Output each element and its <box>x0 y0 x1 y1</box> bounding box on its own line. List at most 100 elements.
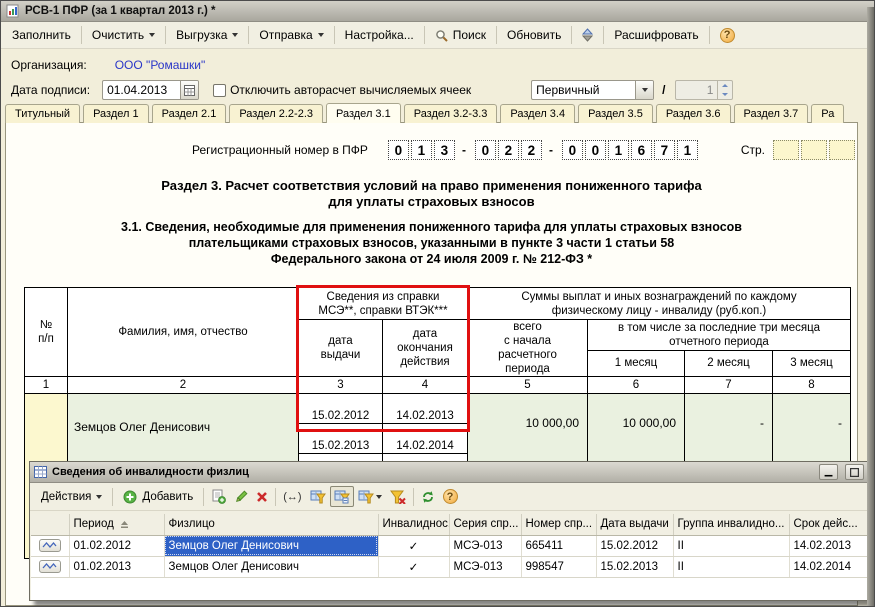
filter-history-button[interactable] <box>354 486 386 507</box>
disability-check-cell[interactable]: ✓ <box>378 556 449 577</box>
grid-header-disability[interactable]: Инвалиднос... <box>378 514 449 535</box>
search-button[interactable]: Поиск <box>428 25 493 45</box>
issued-cell[interactable]: 15.02.2013 <box>596 556 673 577</box>
expiry-date[interactable]: 14.02.2014 <box>383 438 467 454</box>
grid-header-group[interactable]: Группа инвалидно... <box>673 514 789 535</box>
reg-digit-cell[interactable]: 2 <box>521 140 542 160</box>
page-cell[interactable] <box>801 140 827 160</box>
clear-button[interactable]: Очистить <box>85 25 162 45</box>
grid-header-row: Период Физлицо Инвалиднос... Серия спр..… <box>31 514 867 535</box>
grid-header-issued[interactable]: Дата выдачи <box>596 514 673 535</box>
tab-clipped[interactable]: Ра <box>811 104 844 123</box>
record-icon-cell[interactable] <box>31 535 69 556</box>
series-cell[interactable]: МСЭ-013 <box>449 556 521 577</box>
decode-button[interactable]: Расшифровать <box>607 25 705 45</box>
delete-button[interactable] <box>252 488 272 506</box>
grid-header-period[interactable]: Период <box>69 514 164 535</box>
copy-button[interactable] <box>207 486 230 507</box>
correction-kind-select[interactable]: Первичный <box>531 80 654 100</box>
period-cell[interactable]: 01.02.2012 <box>69 535 164 556</box>
group-cell[interactable]: II <box>673 535 789 556</box>
reg-digit-cell[interactable]: 0 <box>475 140 496 160</box>
organization-link[interactable]: ООО "Ромашки" <box>115 58 206 72</box>
tab-razdel-3-6[interactable]: Раздел 3.6 <box>656 104 731 123</box>
issue-date[interactable]: 15.02.2013 <box>299 438 382 454</box>
unload-button[interactable]: Выгрузка <box>169 25 245 45</box>
column-width-button[interactable]: (↔) <box>279 488 305 506</box>
page-cell[interactable] <box>829 140 855 160</box>
clear-filter-button[interactable] <box>386 486 410 507</box>
expand-collapse-button[interactable] <box>575 25 600 45</box>
issued-cell[interactable]: 15.02.2012 <box>596 535 673 556</box>
tab-razdel-3-1[interactable]: Раздел 3.1 <box>326 103 401 123</box>
calendar-icon <box>184 85 195 96</box>
reg-digit-cell[interactable]: 0 <box>585 140 606 160</box>
toolbar-separator <box>81 26 82 44</box>
add-button[interactable]: Добавить <box>116 487 200 507</box>
grid-row[interactable]: 01.02.2012 Земцов Олег Денисович ✓ МСЭ-0… <box>31 535 867 556</box>
tab-razdel-2-1[interactable]: Раздел 2.1 <box>152 104 227 123</box>
grid-row[interactable]: 01.02.2013 Земцов Олег Денисович ✓ МСЭ-0… <box>31 556 867 577</box>
reg-digit-cell[interactable]: 6 <box>631 140 652 160</box>
reg-digit-cell[interactable]: 1 <box>677 140 698 160</box>
settings-button[interactable]: Настройка... <box>338 25 421 45</box>
tab-razdel-3-2-3-3[interactable]: Раздел 3.2-3.3 <box>404 104 498 123</box>
valid-cell[interactable]: 14.02.2013 <box>789 535 867 556</box>
filter-menu-icon <box>358 489 374 504</box>
edit-button[interactable] <box>230 487 252 507</box>
record-icon-cell[interactable] <box>31 556 69 577</box>
autocalc-checkbox[interactable] <box>213 84 226 97</box>
number-cell[interactable]: 998547 <box>521 556 596 577</box>
minimize-button[interactable]: ▁ <box>819 464 838 480</box>
reg-digit-cell[interactable]: 0 <box>388 140 409 160</box>
actions-button[interactable]: Действия <box>34 488 109 506</box>
fill-button[interactable]: Заполнить <box>5 25 78 45</box>
tab-titulnyi[interactable]: Титульный <box>5 104 80 123</box>
reg-digit-cell[interactable]: 3 <box>434 140 455 160</box>
tab-razdel-3-4[interactable]: Раздел 3.4 <box>500 104 575 123</box>
copy-icon <box>211 489 226 504</box>
series-cell[interactable]: МСЭ-013 <box>449 535 521 556</box>
tab-razdel-1[interactable]: Раздел 1 <box>83 104 149 123</box>
set-filter-button[interactable] <box>306 486 330 507</box>
subwindow-help-button[interactable]: ? <box>439 486 462 507</box>
filter-by-value-button[interactable] <box>330 486 354 507</box>
person-cell[interactable]: Земцов Олег Денисович <box>164 556 378 577</box>
refresh-list-button[interactable] <box>417 487 439 507</box>
reg-digit-cell[interactable]: 2 <box>498 140 519 160</box>
reg-digit-cell[interactable]: 1 <box>608 140 629 160</box>
valid-cell[interactable]: 14.02.2014 <box>789 556 867 577</box>
expiry-date[interactable]: 14.02.2013 <box>383 408 467 424</box>
page-label: Стр. <box>741 143 765 157</box>
refresh-button[interactable]: Обновить <box>500 25 568 45</box>
maximize-button[interactable] <box>845 464 864 480</box>
disability-check-cell[interactable]: ✓ <box>378 535 449 556</box>
page-cell[interactable] <box>773 140 799 160</box>
calendar-button[interactable] <box>180 81 198 99</box>
reg-digit-cell[interactable]: 1 <box>411 140 432 160</box>
group-cell[interactable]: II <box>673 556 789 577</box>
reg-dash: - <box>462 143 466 157</box>
grid-header-valid[interactable]: Срок дейс... <box>789 514 867 535</box>
issue-date[interactable]: 15.02.2012 <box>299 408 382 424</box>
reg-digit-cell[interactable]: 7 <box>654 140 675 160</box>
send-button[interactable]: Отправка <box>252 25 330 45</box>
tab-razdel-3-7[interactable]: Раздел 3.7 <box>734 104 809 123</box>
reg-digit-cell[interactable]: 0 <box>562 140 583 160</box>
add-icon <box>123 490 137 504</box>
correction-number-stepper[interactable]: 1 <box>675 80 733 100</box>
chevron-down-icon <box>642 88 648 92</box>
grid-header-number[interactable]: Номер спр... <box>521 514 596 535</box>
help-button[interactable]: ? <box>713 25 742 46</box>
number-cell[interactable]: 665411 <box>521 535 596 556</box>
period-cell[interactable]: 01.02.2013 <box>69 556 164 577</box>
tab-razdel-3-5[interactable]: Раздел 3.5 <box>578 104 653 123</box>
tab-razdel-2-2-2-3[interactable]: Раздел 2.2-2.3 <box>229 104 323 123</box>
dropdown-button[interactable] <box>635 81 653 99</box>
grid-header-series[interactable]: Серия спр... <box>449 514 521 535</box>
main-toolbar: Заполнить Очистить Выгрузка Отправка Нас… <box>1 22 874 49</box>
sign-date-input[interactable]: 01.04.2013 <box>102 80 199 100</box>
grid-header-person[interactable]: Физлицо <box>164 514 378 535</box>
person-cell[interactable]: Земцов Олег Денисович <box>164 535 378 556</box>
stepper-arrows[interactable] <box>717 81 732 99</box>
